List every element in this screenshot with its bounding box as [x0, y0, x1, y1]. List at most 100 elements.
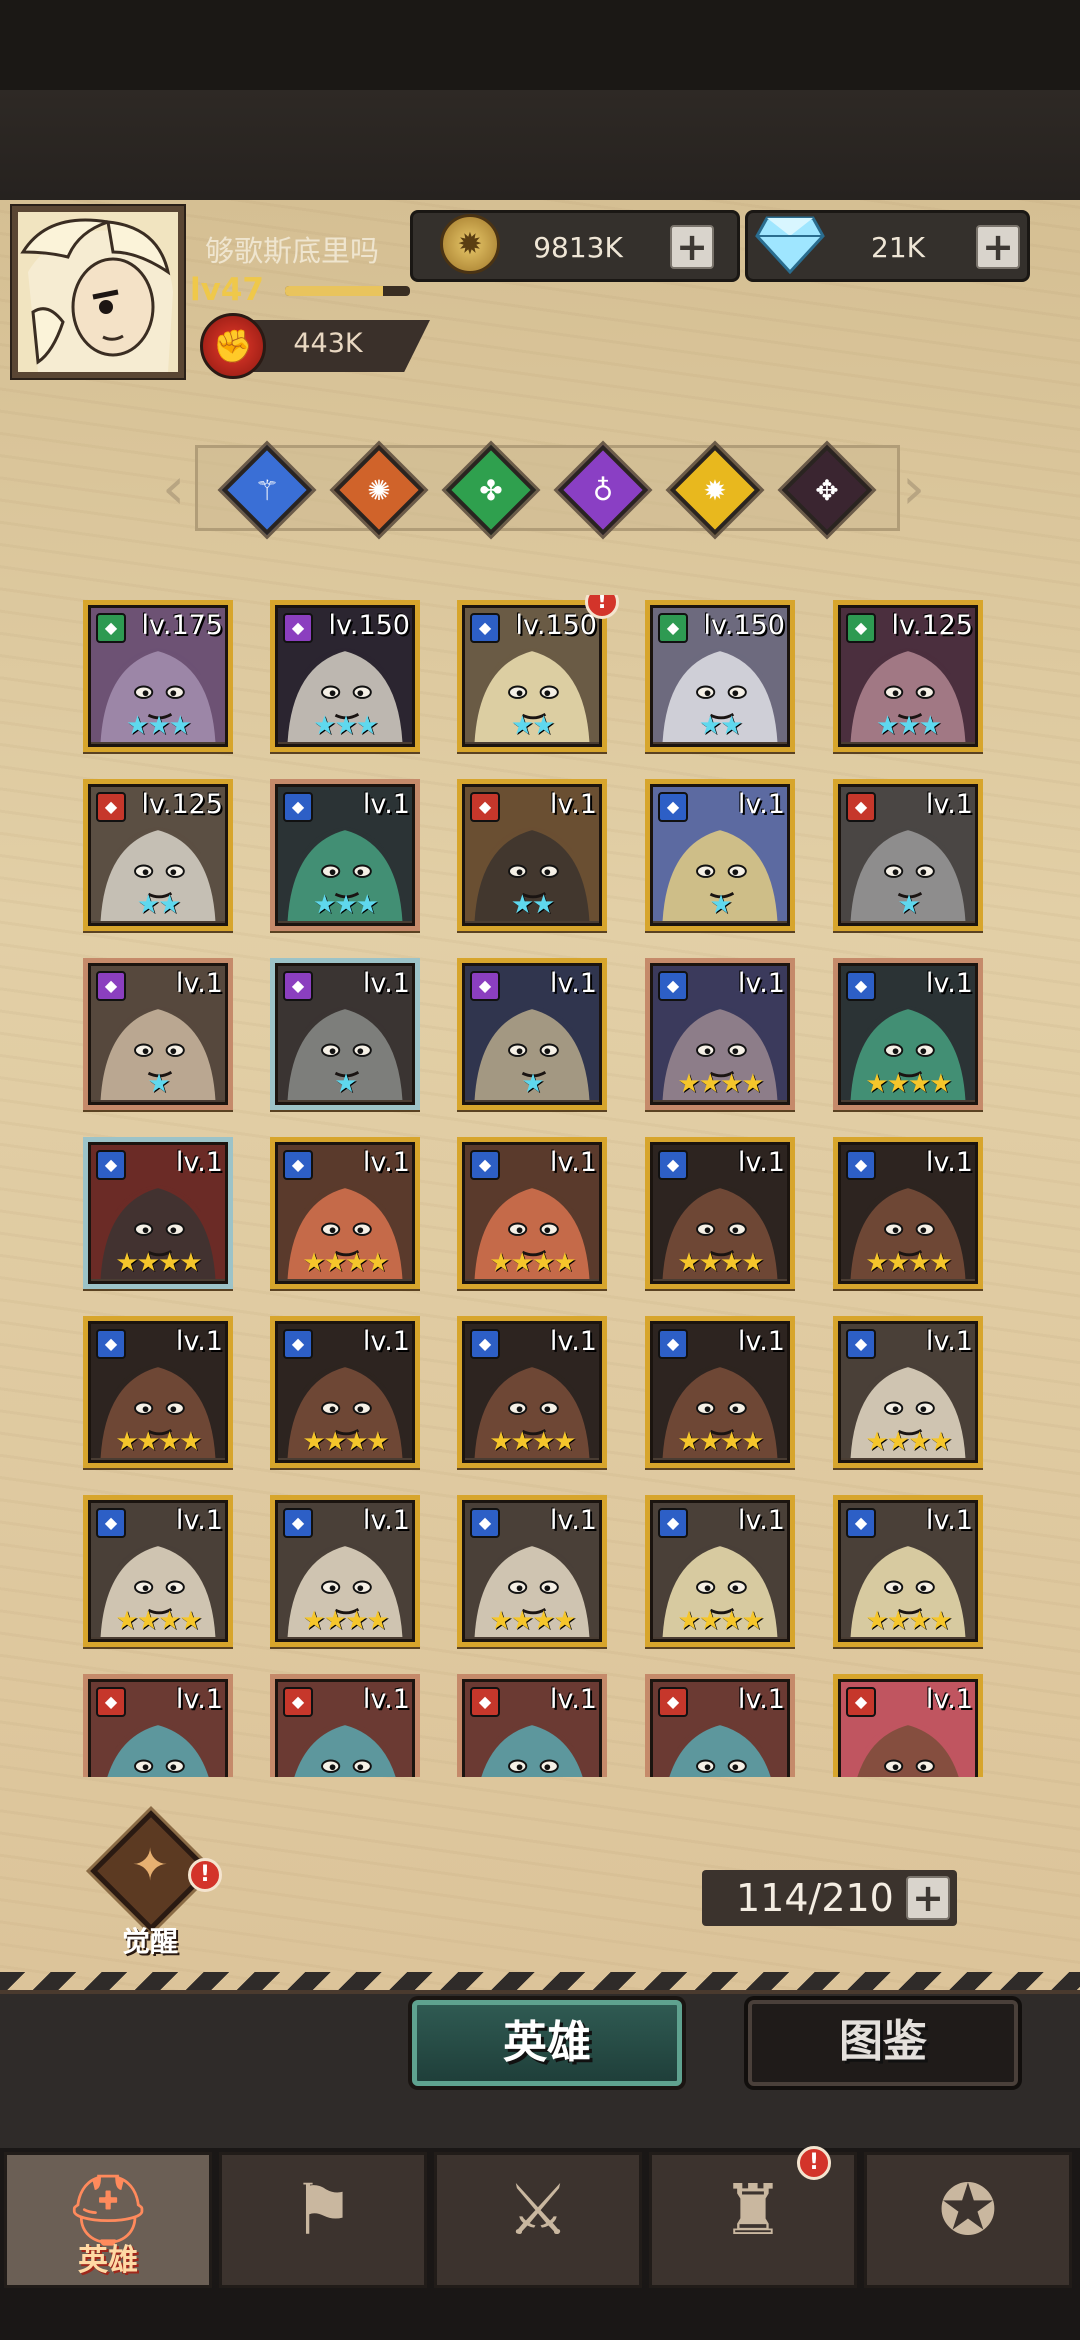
hero-class-icon: ◆: [470, 613, 500, 643]
hero-class-icon: ◆: [470, 971, 500, 1001]
hero-level: lv.1: [925, 789, 973, 820]
nav-battle[interactable]: ⚔: [434, 2152, 642, 2288]
hero-stars: ★★★: [126, 711, 192, 741]
hero-stars: ★★★★: [677, 1606, 764, 1636]
hero-card[interactable]: ◆ lv.1 ★: [270, 958, 420, 1110]
hero-card[interactable]: ◆ lv.1: [457, 1674, 607, 1777]
hero-card[interactable]: ◆ lv.1 ★★★★: [270, 1316, 420, 1468]
add-gold-button[interactable]: +: [670, 225, 714, 269]
xp-bar-fill: [285, 286, 383, 296]
hero-card[interactable]: ◆ lv.1 ★: [645, 779, 795, 931]
filter-left-arrow-icon[interactable]: ‹: [162, 458, 185, 518]
hero-card[interactable]: ◆ lv.1 ★★★★: [83, 1137, 233, 1289]
hero-card[interactable]: ◆ lv.1 ★★★★: [457, 1137, 607, 1289]
hero-level: lv.150: [515, 610, 597, 641]
hero-card[interactable]: ◆ lv.1 ★★: [457, 779, 607, 931]
hero-stars: ★★★★: [865, 1069, 952, 1099]
hero-class-icon: ◆: [658, 792, 688, 822]
hero-card[interactable]: ◆ lv.1 ★: [833, 779, 983, 931]
hero-class-icon: ◆: [846, 1150, 876, 1180]
hero-card[interactable]: ◆ lv.1 ★★★★: [833, 1495, 983, 1647]
player-avatar[interactable]: [12, 206, 184, 378]
hero-card[interactable]: ◆ lv.1 ★★★: [270, 779, 420, 931]
tab-hero[interactable]: 英雄: [412, 2000, 682, 2086]
hero-card[interactable]: ◆ lv.1: [645, 1674, 795, 1777]
nav-heroes[interactable]: ⛑ 英雄: [4, 2152, 212, 2288]
hero-class-icon: ◆: [283, 1508, 313, 1538]
hero-stars: ★★★★: [865, 1248, 952, 1278]
hero-stars: ★★★★: [302, 1606, 389, 1636]
hero-level: lv.1: [925, 1147, 973, 1178]
diamond-icon: [755, 216, 825, 274]
awaken-alert-badge: !: [188, 1858, 222, 1892]
hero-class-icon: ◆: [658, 1150, 688, 1180]
hero-card[interactable]: ◆ lv.1 ★★★★: [457, 1495, 607, 1647]
fist-power-icon: ✊: [200, 313, 266, 379]
hero-class-icon: ◆: [96, 1508, 126, 1538]
hero-class-icon: ◆: [846, 792, 876, 822]
expand-roster-button[interactable]: +: [906, 1876, 950, 1920]
hero-stars: ★★★★: [489, 1606, 576, 1636]
hero-level: lv.125: [891, 610, 973, 641]
hero-card[interactable]: ◆ lv.150 ★★: [645, 600, 795, 752]
hero-card[interactable]: ◆ lv.1 ★★★★: [645, 1316, 795, 1468]
awaken-button[interactable]: ✦ 觉醒: [90, 1810, 212, 1960]
faction-orange-filter[interactable]: ✺: [333, 444, 425, 536]
hero-card[interactable]: ◆ lv.1: [833, 1674, 983, 1777]
faction-yellow-filter[interactable]: ✹: [669, 444, 761, 536]
nav-expedition[interactable]: ⚑: [219, 2152, 427, 2288]
hero-stars: ★: [897, 890, 920, 920]
hero-card[interactable]: ◆ lv.1 ★★★★: [457, 1316, 607, 1468]
hero-card[interactable]: ◆ lv.1 ★★★★: [645, 958, 795, 1110]
hero-card[interactable]: ◆ lv.1 ★★★★: [270, 1495, 420, 1647]
hero-card[interactable]: ◆ lv.150 ★★★: [270, 600, 420, 752]
hero-level: lv.1: [175, 1147, 223, 1178]
hero-level: lv.1: [362, 789, 410, 820]
hero-stars: ★: [709, 890, 732, 920]
roster-capacity-value: 114/210: [736, 1876, 894, 1920]
hero-card[interactable]: ◆ lv.1: [83, 1674, 233, 1777]
hero-card[interactable]: ◆ lv.125 ★★: [83, 779, 233, 931]
hero-class-icon: ◆: [283, 1329, 313, 1359]
gem-value: 21K: [871, 231, 925, 264]
hero-card[interactable]: ◆ lv.1 ★★★★: [833, 1316, 983, 1468]
hero-class-icon: ◆: [283, 613, 313, 643]
hero-card[interactable]: ◆ lv.1 ★: [83, 958, 233, 1110]
faction-purple-filter[interactable]: ♁: [557, 444, 649, 536]
filter-right-arrow-icon[interactable]: ›: [902, 458, 925, 518]
hero-card[interactable]: ◆ lv.1: [270, 1674, 420, 1777]
tab-codex[interactable]: 图鉴: [748, 2000, 1018, 2086]
hero-roster-screen: 够歌斯底里吗 lv47 ✊ 443K 9813K + ✹ 21K + ‹ › ⚚…: [0, 0, 1080, 2340]
hero-card[interactable]: ◆ lv.1 ★★★★: [645, 1137, 795, 1289]
hero-level: lv.1: [737, 789, 785, 820]
hero-class-icon: ◆: [96, 1150, 126, 1180]
nav-guild[interactable]: ✪: [864, 2152, 1072, 2288]
hero-card[interactable]: ◆ lv.1 ★★★★: [833, 958, 983, 1110]
hero-card[interactable]: ◆ lv.125 ★★★: [833, 600, 983, 752]
hero-level: lv.150: [328, 610, 410, 641]
add-gems-button[interactable]: +: [976, 225, 1020, 269]
hero-class-icon: ◆: [658, 1687, 688, 1717]
castle-icon: ♜: [721, 2169, 785, 2251]
hero-class-icon: ◆: [470, 792, 500, 822]
hero-level: lv.1: [737, 1505, 785, 1536]
hero-card[interactable]: ◆ lv.1 ★★★★: [833, 1137, 983, 1289]
hero-stars: ★★: [698, 711, 744, 741]
hero-card[interactable]: ◆ lv.1 ★: [457, 958, 607, 1110]
hero-card[interactable]: ◆ lv.1 ★★★★: [83, 1495, 233, 1647]
hero-card[interactable]: ◆ lv.1 ★★★★: [83, 1316, 233, 1468]
hero-level: lv.1: [362, 1684, 410, 1715]
faction-dark-filter[interactable]: ✥: [781, 444, 873, 536]
hero-stars: ★: [521, 1069, 544, 1099]
hero-card[interactable]: ◆ lv.1 ★★★★: [645, 1495, 795, 1647]
crossed-swords-icon: ⚔: [506, 2169, 570, 2251]
faction-green-filter[interactable]: ✤: [445, 444, 537, 536]
hero-level: lv.150: [703, 610, 785, 641]
hero-card[interactable]: ◆ lv.1 ★★★★: [270, 1137, 420, 1289]
hero-card[interactable]: ◆ lv.175 ★★★: [83, 600, 233, 752]
faction-blue-filter[interactable]: ⚚: [221, 444, 313, 536]
hero-class-icon: ◆: [846, 613, 876, 643]
hero-stars: ★: [147, 1069, 170, 1099]
hero-card[interactable]: ◆ lv.150 ★★: [457, 600, 607, 752]
hero-class-icon: ◆: [96, 613, 126, 643]
